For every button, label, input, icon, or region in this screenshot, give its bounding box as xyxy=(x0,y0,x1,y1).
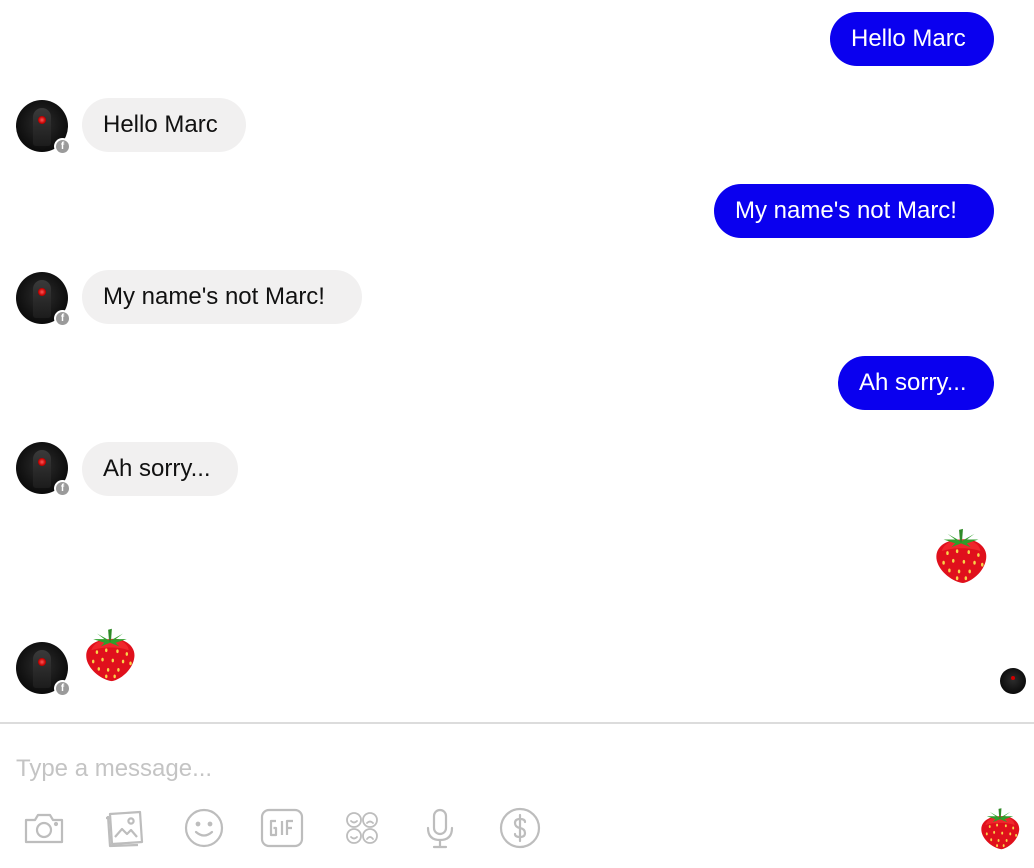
incoming-message-bubble[interactable]: Hello Marc xyxy=(82,98,246,152)
stickers-icon[interactable] xyxy=(340,806,384,850)
incoming-message-bubble[interactable]: Ah sorry... xyxy=(82,442,238,496)
facebook-badge-icon xyxy=(54,480,71,497)
send-strawberry-emoji-icon[interactable] xyxy=(978,806,1022,850)
incoming-message-bubble[interactable]: My name's not Marc! xyxy=(82,270,362,324)
image-icon[interactable] xyxy=(102,806,146,850)
payment-icon[interactable] xyxy=(498,806,542,850)
gif-icon[interactable] xyxy=(260,806,304,850)
contact-avatar[interactable] xyxy=(16,272,71,327)
microphone-icon[interactable] xyxy=(418,806,462,850)
contact-avatar[interactable] xyxy=(16,442,71,497)
message-input[interactable] xyxy=(16,752,916,786)
facebook-badge-icon xyxy=(54,138,71,155)
facebook-badge-icon xyxy=(54,680,71,697)
contact-avatar[interactable] xyxy=(16,100,71,155)
outgoing-message-bubble[interactable]: Ah sorry... xyxy=(838,356,994,410)
facebook-badge-icon xyxy=(54,310,71,327)
outgoing-strawberry-emoji-icon[interactable] xyxy=(932,526,990,584)
message-thread: Hello Marc Hello Marc My name's not Marc… xyxy=(0,0,1034,722)
incoming-strawberry-emoji-icon[interactable] xyxy=(82,626,138,682)
emoji-icon[interactable] xyxy=(182,806,226,850)
camera-icon[interactable] xyxy=(22,806,66,850)
composer-divider xyxy=(0,722,1034,724)
read-receipt-avatar xyxy=(1000,668,1026,694)
outgoing-message-bubble[interactable]: My name's not Marc! xyxy=(714,184,994,238)
contact-avatar[interactable] xyxy=(16,642,71,697)
outgoing-message-bubble[interactable]: Hello Marc xyxy=(830,12,994,66)
